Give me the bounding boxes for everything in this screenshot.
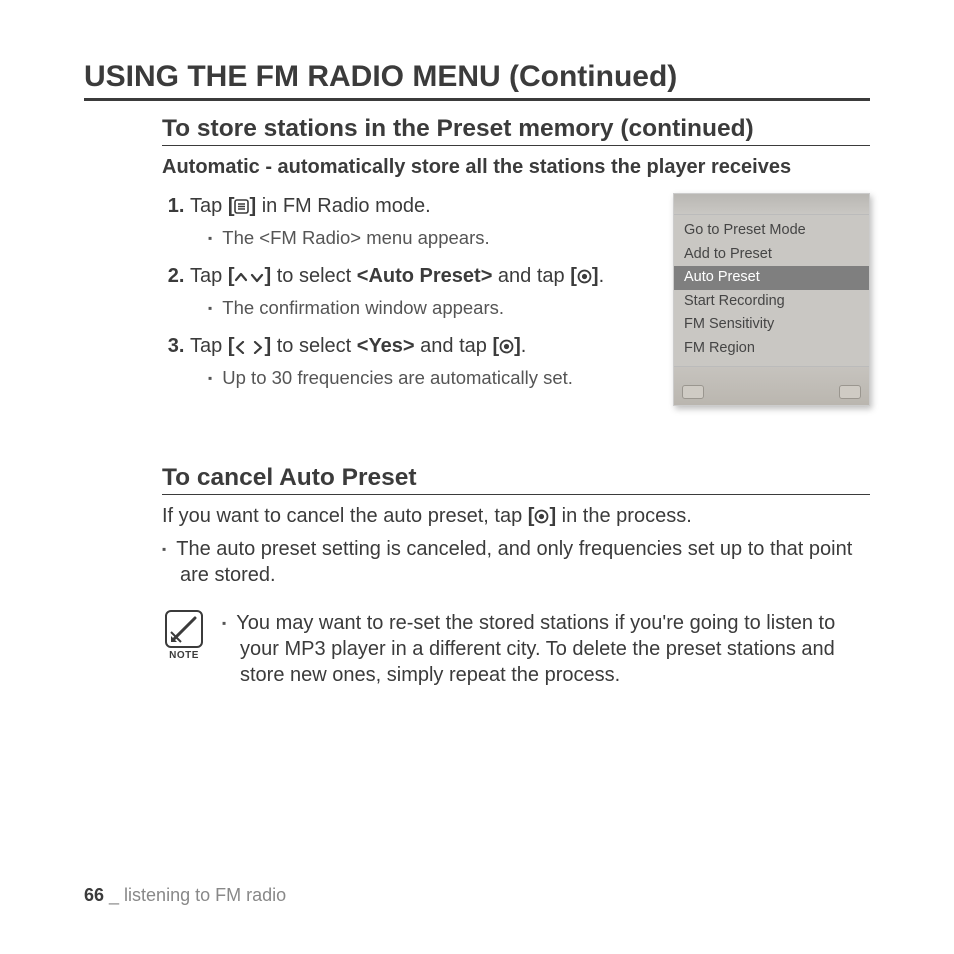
step-1: Tap [] in FM Radio mode. The <FM Radio> … [190, 193, 655, 251]
device-menu-list: Go to Preset Mode Add to Preset Auto Pre… [674, 215, 869, 366]
cancel-bullet: The auto preset setting is canceled, and… [162, 536, 870, 588]
cancel-lead: If you want to cancel the auto preset, t… [162, 505, 870, 530]
device-menu-item-3: Start Recording [674, 290, 869, 314]
step-3-pre: Tap [190, 335, 228, 357]
step-1-bullet: The <FM Radio> menu appears. [208, 226, 655, 251]
step-3-bold: <Yes> [357, 335, 415, 357]
page-title: USING THE FM RADIO MENU (Continued) [84, 60, 870, 101]
step-2-pre: Tap [190, 265, 228, 287]
page-footer: 66 _ listening to FM radio [84, 885, 286, 906]
section1-subheading: Automatic - automatically store all the … [162, 156, 870, 179]
step-2-bullet: The confirmation window appears. [208, 296, 655, 321]
menu-icon [234, 195, 249, 222]
target-icon [499, 335, 514, 362]
note-icon [165, 610, 203, 648]
page-number: 66 [84, 885, 104, 905]
device-top-bar [674, 194, 869, 215]
step-2-mid: to select [271, 265, 357, 287]
left-right-icon [234, 335, 264, 362]
cancel-lead-post: in the process. [556, 505, 692, 527]
steps-list: Tap [] in FM Radio mode. The <FM Radio> … [162, 193, 655, 391]
step-2-post: . [599, 265, 605, 287]
step-3-post: . [521, 335, 527, 357]
note-text: You may want to re-set the stored statio… [222, 610, 870, 688]
footer-sep: _ [104, 885, 124, 905]
step-3-mid: to select [271, 335, 357, 357]
footer-chapter: listening to FM radio [124, 885, 286, 905]
cancel-lead-pre: If you want to cancel the auto preset, t… [162, 505, 528, 527]
target-icon [577, 265, 592, 292]
section1-heading: To store stations in the Preset memory (… [162, 115, 870, 146]
up-down-icon [234, 265, 264, 292]
section2-heading: To cancel Auto Preset [162, 464, 870, 495]
device-bottom-bar [674, 366, 869, 405]
device-menu-item-5: FM Region [674, 337, 869, 361]
step-3: Tap [] to select <Yes> and tap []. Up to… [190, 333, 655, 391]
step-1-pre: Tap [190, 195, 228, 217]
target-icon [534, 507, 549, 530]
device-menu-item-2: Auto Preset [674, 266, 869, 290]
step-2-bold: <Auto Preset> [357, 265, 493, 287]
step-3-mid2: and tap [415, 335, 493, 357]
device-screenshot: Go to Preset Mode Add to Preset Auto Pre… [673, 193, 870, 406]
step-3-bullet: Up to 30 frequencies are automatically s… [208, 366, 655, 391]
step-2: Tap [] to select <Auto Preset> and tap [… [190, 263, 655, 321]
note-label: NOTE [162, 650, 206, 661]
device-menu-item-1: Add to Preset [674, 243, 869, 267]
step-1-post: in FM Radio mode. [256, 195, 431, 217]
note-badge: NOTE [162, 610, 206, 661]
step-2-mid2: and tap [492, 265, 570, 287]
device-menu-item-0: Go to Preset Mode [674, 219, 869, 243]
device-menu-item-4: FM Sensitivity [674, 313, 869, 337]
